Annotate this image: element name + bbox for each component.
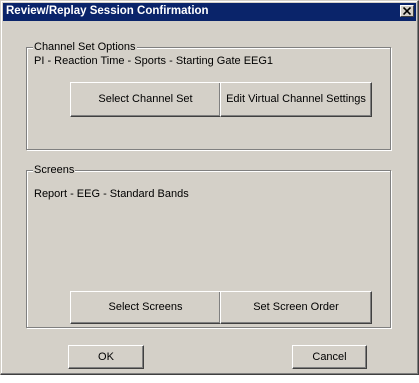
select-channel-set-button[interactable]: Select Channel Set bbox=[70, 82, 221, 117]
set-screen-order-button[interactable]: Set Screen Order bbox=[220, 291, 372, 324]
screens-legend: Screens bbox=[33, 164, 76, 177]
ok-label: OK bbox=[98, 351, 114, 363]
select-screens-label: Select Screens bbox=[108, 301, 183, 313]
channel-set-options-legend: Channel Set Options bbox=[33, 41, 137, 54]
channel-set-value: PI - Reaction Time - Sports - Starting G… bbox=[34, 55, 274, 67]
edit-virtual-channel-settings-label: Edit Virtual Channel Settings bbox=[226, 93, 366, 105]
cancel-label: Cancel bbox=[312, 351, 347, 363]
close-button[interactable] bbox=[400, 5, 414, 17]
cancel-button[interactable]: Cancel bbox=[292, 345, 367, 369]
edit-virtual-channel-settings-button[interactable]: Edit Virtual Channel Settings bbox=[220, 82, 372, 117]
select-screens-button[interactable]: Select Screens bbox=[70, 291, 221, 324]
channel-set-options-group: Channel Set Options PI - Reaction Time -… bbox=[26, 41, 391, 150]
session-confirmation-dialog: Review/Replay Session Confirmation Chann… bbox=[0, 0, 419, 375]
window-title: Review/Replay Session Confirmation bbox=[6, 5, 209, 17]
select-channel-set-label: Select Channel Set bbox=[98, 93, 193, 105]
screens-group: Screens Report - EEG - Standard Bands Se… bbox=[26, 164, 391, 328]
set-screen-order-label: Set Screen Order bbox=[253, 301, 339, 313]
title-bar[interactable]: Review/Replay Session Confirmation bbox=[3, 3, 416, 21]
ok-button[interactable]: OK bbox=[68, 345, 144, 369]
screens-value: Report - EEG - Standard Bands bbox=[34, 188, 189, 200]
close-icon bbox=[403, 7, 411, 15]
